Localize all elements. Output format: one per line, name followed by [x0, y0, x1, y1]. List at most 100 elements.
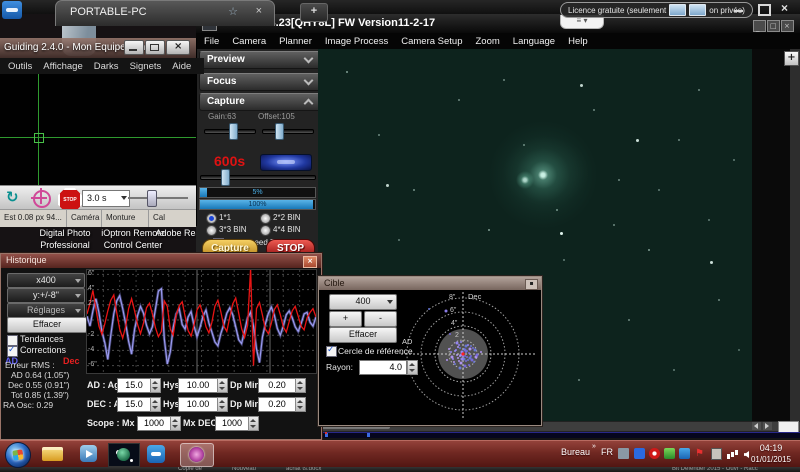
zoom-plus-button[interactable]: +	[784, 51, 799, 66]
menu-language[interactable]: Language	[513, 36, 555, 47]
dec-dpmin-spinner[interactable]	[295, 397, 306, 412]
menu-camera[interactable]: Camera	[232, 36, 266, 47]
exposure-slider-thumb[interactable]	[221, 169, 230, 186]
dec-hys-spinner[interactable]	[217, 397, 228, 412]
taskbar-media-player-icon[interactable]	[78, 443, 100, 465]
dec-dpmin-field[interactable]: 0.20	[258, 397, 296, 412]
menu-zoom[interactable]: Zoom	[476, 36, 500, 47]
historique-effacer-button[interactable]: Effacer	[7, 317, 87, 333]
scroll-left-arrow[interactable]	[752, 422, 761, 430]
session-maximize-button[interactable]	[754, 1, 772, 16]
bureau-chevron[interactable]: »	[592, 443, 596, 450]
mx-dec-field[interactable]: 1000	[215, 416, 249, 431]
ezcap-close-button[interactable]: ×	[781, 20, 794, 32]
menu-camera-setup[interactable]: Camera Setup	[401, 36, 462, 47]
session-close-button[interactable]: ×	[778, 1, 796, 15]
cible-zoom-out-button[interactable]: -	[364, 311, 397, 327]
historique-close-button[interactable]: ×	[303, 256, 317, 268]
capture-section-header[interactable]: Capture	[199, 93, 321, 111]
offset-slider-thumb[interactable]	[275, 123, 284, 140]
favorite-star-icon[interactable]: ☆	[228, 5, 238, 18]
dec-agr-spinner[interactable]	[150, 397, 161, 412]
ezcap-minimize-button[interactable]: _	[753, 20, 766, 32]
menu-image-process[interactable]: Image Process	[325, 36, 388, 47]
hscale-select[interactable]: x400	[7, 273, 85, 288]
phd-maximize-button[interactable]	[145, 40, 165, 55]
session-minimize-button[interactable]	[730, 1, 748, 15]
menu-planner[interactable]: Planner	[279, 36, 312, 47]
phd-menu-darks[interactable]: Darks	[94, 61, 119, 72]
exposure-slider[interactable]	[200, 175, 316, 180]
preview-section-header[interactable]: Preview	[199, 51, 321, 69]
dec-agr-field[interactable]: 15.0	[117, 397, 151, 412]
phd-titlebar[interactable]: Guiding 2.4.0 - Mon Equipement ×	[0, 38, 196, 58]
menu-file[interactable]: File	[204, 36, 219, 47]
brightness-slider-thumb[interactable]	[147, 190, 157, 207]
bin-4x4-radio[interactable]	[260, 225, 271, 236]
gain-slider-thumb[interactable]	[229, 123, 238, 140]
rayon-spinner[interactable]	[407, 360, 418, 375]
ad-dpmin-field[interactable]: 0.20	[258, 378, 296, 393]
language-indicator[interactable]: FR	[601, 447, 613, 457]
tray-teamviewer-icon[interactable]	[679, 448, 690, 459]
brightness-slider[interactable]	[128, 197, 188, 199]
tray-display-icon[interactable]	[618, 448, 629, 459]
new-tab-button[interactable]: +	[300, 3, 328, 22]
tray-flag-icon[interactable]: ⚑	[695, 448, 706, 459]
teamviewer-icon[interactable]	[2, 1, 22, 19]
tray-shield-icon[interactable]	[664, 448, 675, 459]
status-cal[interactable]: Cal	[149, 210, 187, 227]
start-button[interactable]	[5, 442, 31, 468]
dec-hys-field[interactable]: 10.00	[178, 397, 218, 412]
phd-minimize-button[interactable]	[124, 40, 144, 55]
cible-close-button[interactable]: ▪	[525, 279, 538, 290]
mx-ad-field[interactable]: 1000	[137, 416, 171, 431]
mx-ad-spinner[interactable]	[170, 416, 181, 431]
guide-camera-view[interactable]	[0, 74, 196, 185]
phd-menu-aide[interactable]: Aide	[172, 61, 191, 72]
status-camera[interactable]: Caméra	[67, 210, 102, 227]
ad-dpmin-spinner[interactable]	[295, 378, 306, 393]
exposure-select[interactable]: 3.0 s	[82, 190, 130, 207]
ad-agr-field[interactable]: 15.0	[117, 378, 151, 393]
tray-app-icon[interactable]	[649, 448, 660, 459]
phd-menu-affichage[interactable]: Affichage	[43, 61, 82, 72]
rayon-field[interactable]: 4.0	[359, 360, 407, 375]
scroll-right-arrow[interactable]	[763, 422, 772, 430]
session-tab[interactable]: PORTABLE-PC ☆ ×	[55, 0, 275, 26]
guide-icon[interactable]	[31, 188, 51, 208]
phd-menu-signets[interactable]: Signets	[130, 61, 162, 72]
exposure-set-button[interactable]	[260, 154, 312, 171]
vscale-select[interactable]: y:+/-8"	[7, 288, 85, 303]
phd-menu-outils[interactable]: Outils	[8, 61, 32, 72]
cible-zoom-in-button[interactable]: +	[329, 311, 362, 327]
cible-effacer-button[interactable]: Effacer	[329, 327, 397, 343]
cible-scale-select[interactable]: 400	[329, 294, 397, 310]
cible-titlebar[interactable]: Cible ▪	[319, 277, 541, 290]
offset-slider[interactable]	[262, 129, 314, 134]
menu-help[interactable]: Help	[568, 36, 588, 47]
loop-exposure-icon[interactable]: ↻	[6, 189, 28, 206]
historique-titlebar[interactable]: Historique ×	[1, 254, 321, 268]
ad-hys-spinner[interactable]	[217, 378, 228, 393]
ref-circle-checkbox[interactable]	[326, 345, 337, 357]
focus-section-header[interactable]: Focus	[199, 73, 321, 91]
ad-hys-field[interactable]: 10.00	[178, 378, 218, 393]
ezcap-maximize-button[interactable]: □	[767, 20, 780, 32]
ad-agr-spinner[interactable]	[150, 378, 161, 393]
taskbar-planetarium-icon[interactable]	[108, 443, 140, 467]
tray-network-icon[interactable]	[727, 454, 730, 459]
taskbar-teamviewer-icon[interactable]	[145, 443, 169, 465]
mx-dec-spinner[interactable]	[248, 416, 259, 431]
tab-close-icon[interactable]: ×	[256, 5, 262, 17]
taskbar-explorer-icon[interactable]	[40, 443, 66, 465]
bin-2x2-radio[interactable]	[260, 213, 271, 224]
taskbar-clock[interactable]: 04:19 01/01/2015	[744, 442, 798, 465]
bin-1x1-radio[interactable]	[206, 213, 217, 224]
status-mount[interactable]: Monture	[102, 210, 149, 227]
bin-3x3-radio[interactable]	[206, 225, 217, 236]
reglages-select[interactable]: Réglages	[7, 303, 85, 318]
bureau-toolbar[interactable]: Bureau	[561, 447, 590, 457]
tray-bluetooth-icon[interactable]	[634, 448, 645, 459]
phd-close-button[interactable]: ×	[166, 40, 190, 55]
